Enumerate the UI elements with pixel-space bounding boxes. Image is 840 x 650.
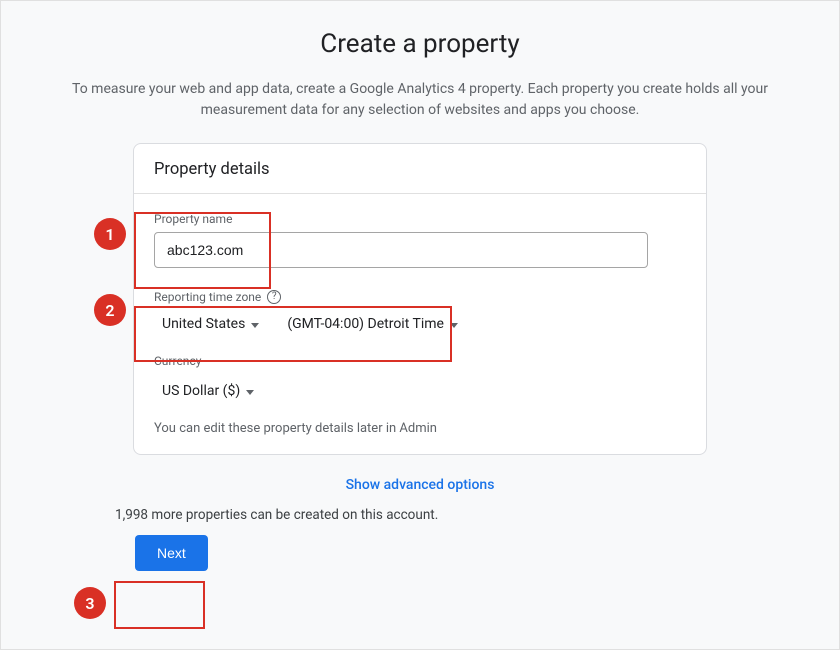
timezone-dropdown[interactable]: (GMT-04:00) Detroit Time — [287, 316, 458, 332]
country-dropdown[interactable]: United States — [162, 316, 259, 332]
callout-box-3 — [114, 581, 205, 629]
reporting-timezone-label: Reporting time zone ? — [154, 290, 686, 304]
card-header: Property details — [134, 144, 706, 194]
help-icon[interactable]: ? — [267, 290, 281, 304]
page-title: Create a property — [37, 29, 803, 59]
reporting-timezone-label-text: Reporting time zone — [154, 290, 261, 304]
timezone-value: (GMT-04:00) Detroit Time — [287, 316, 444, 332]
chevron-down-icon — [246, 390, 254, 395]
edit-later-note: You can edit these property details late… — [154, 421, 686, 436]
currency-value: US Dollar ($) — [162, 383, 240, 399]
callout-badge-1: 1 — [94, 218, 126, 250]
chevron-down-icon — [450, 323, 458, 328]
show-advanced-options-link[interactable]: Show advanced options — [133, 471, 707, 507]
chevron-down-icon — [251, 323, 259, 328]
country-value: United States — [162, 316, 245, 332]
currency-label: Currency — [154, 354, 686, 368]
property-details-card: Property details Property name Reporting… — [133, 143, 707, 455]
property-name-input[interactable] — [154, 232, 648, 268]
remaining-properties-text: 1,998 more properties can be created on … — [115, 507, 707, 523]
next-button[interactable]: Next — [135, 535, 208, 571]
page-description: To measure your web and app data, create… — [37, 79, 803, 121]
property-name-label: Property name — [154, 212, 686, 226]
callout-badge-3: 3 — [74, 587, 106, 619]
callout-badge-2: 2 — [94, 294, 126, 326]
currency-dropdown[interactable]: US Dollar ($) — [162, 383, 254, 399]
